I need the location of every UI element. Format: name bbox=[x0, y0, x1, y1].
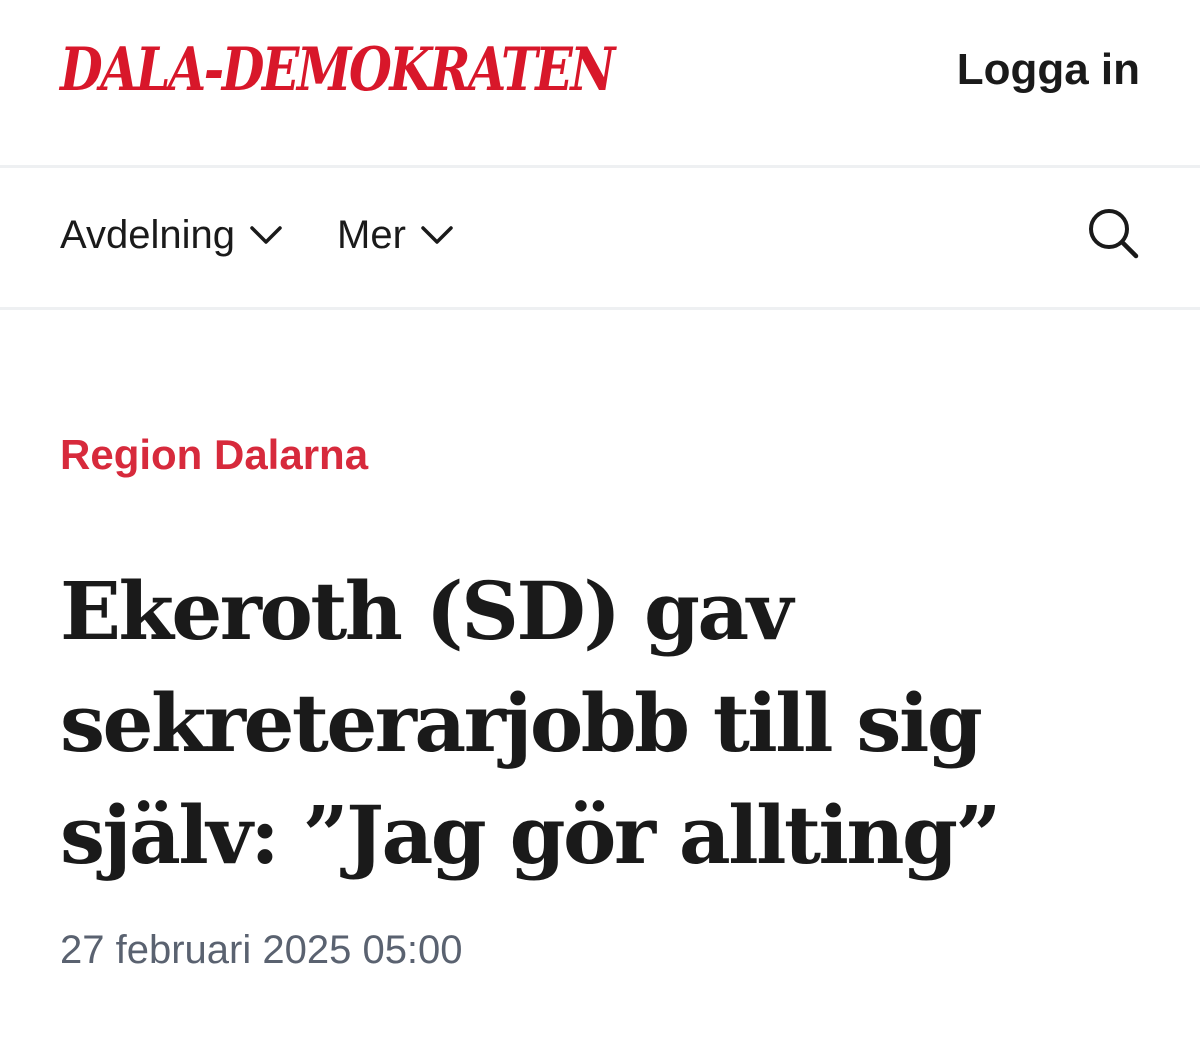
publish-date: 27 februari 2025 05:00 bbox=[60, 928, 463, 972]
article-headline: Ekeroth (SD) gav sekreterarjobb till sig… bbox=[60, 555, 1120, 891]
site-logo[interactable]: DALA-DEMOKRATEN bbox=[60, 30, 615, 110]
main-nav: Avdelning Mer bbox=[0, 168, 1200, 310]
headline-line: själv: ”Jag gör allting” bbox=[60, 788, 1001, 882]
search-button[interactable] bbox=[1086, 206, 1140, 260]
headline-line: sekreterarjobb till sig bbox=[60, 676, 983, 770]
chevron-down-icon bbox=[421, 226, 453, 244]
site-header: DALA-DEMOKRATEN Logga in bbox=[0, 0, 1200, 168]
nav-item-mer[interactable]: Mer bbox=[337, 210, 454, 260]
nav-item-avdelning[interactable]: Avdelning bbox=[60, 210, 283, 260]
nav-item-label: Avdelning bbox=[60, 213, 235, 257]
section-label[interactable]: Region Dalarna bbox=[60, 430, 368, 480]
login-button[interactable]: Logga in bbox=[957, 44, 1140, 96]
nav-item-label: Mer bbox=[337, 213, 406, 257]
search-icon bbox=[1089, 209, 1139, 259]
chevron-down-icon bbox=[250, 226, 282, 244]
headline-line: Ekeroth (SD) gav bbox=[60, 564, 793, 658]
